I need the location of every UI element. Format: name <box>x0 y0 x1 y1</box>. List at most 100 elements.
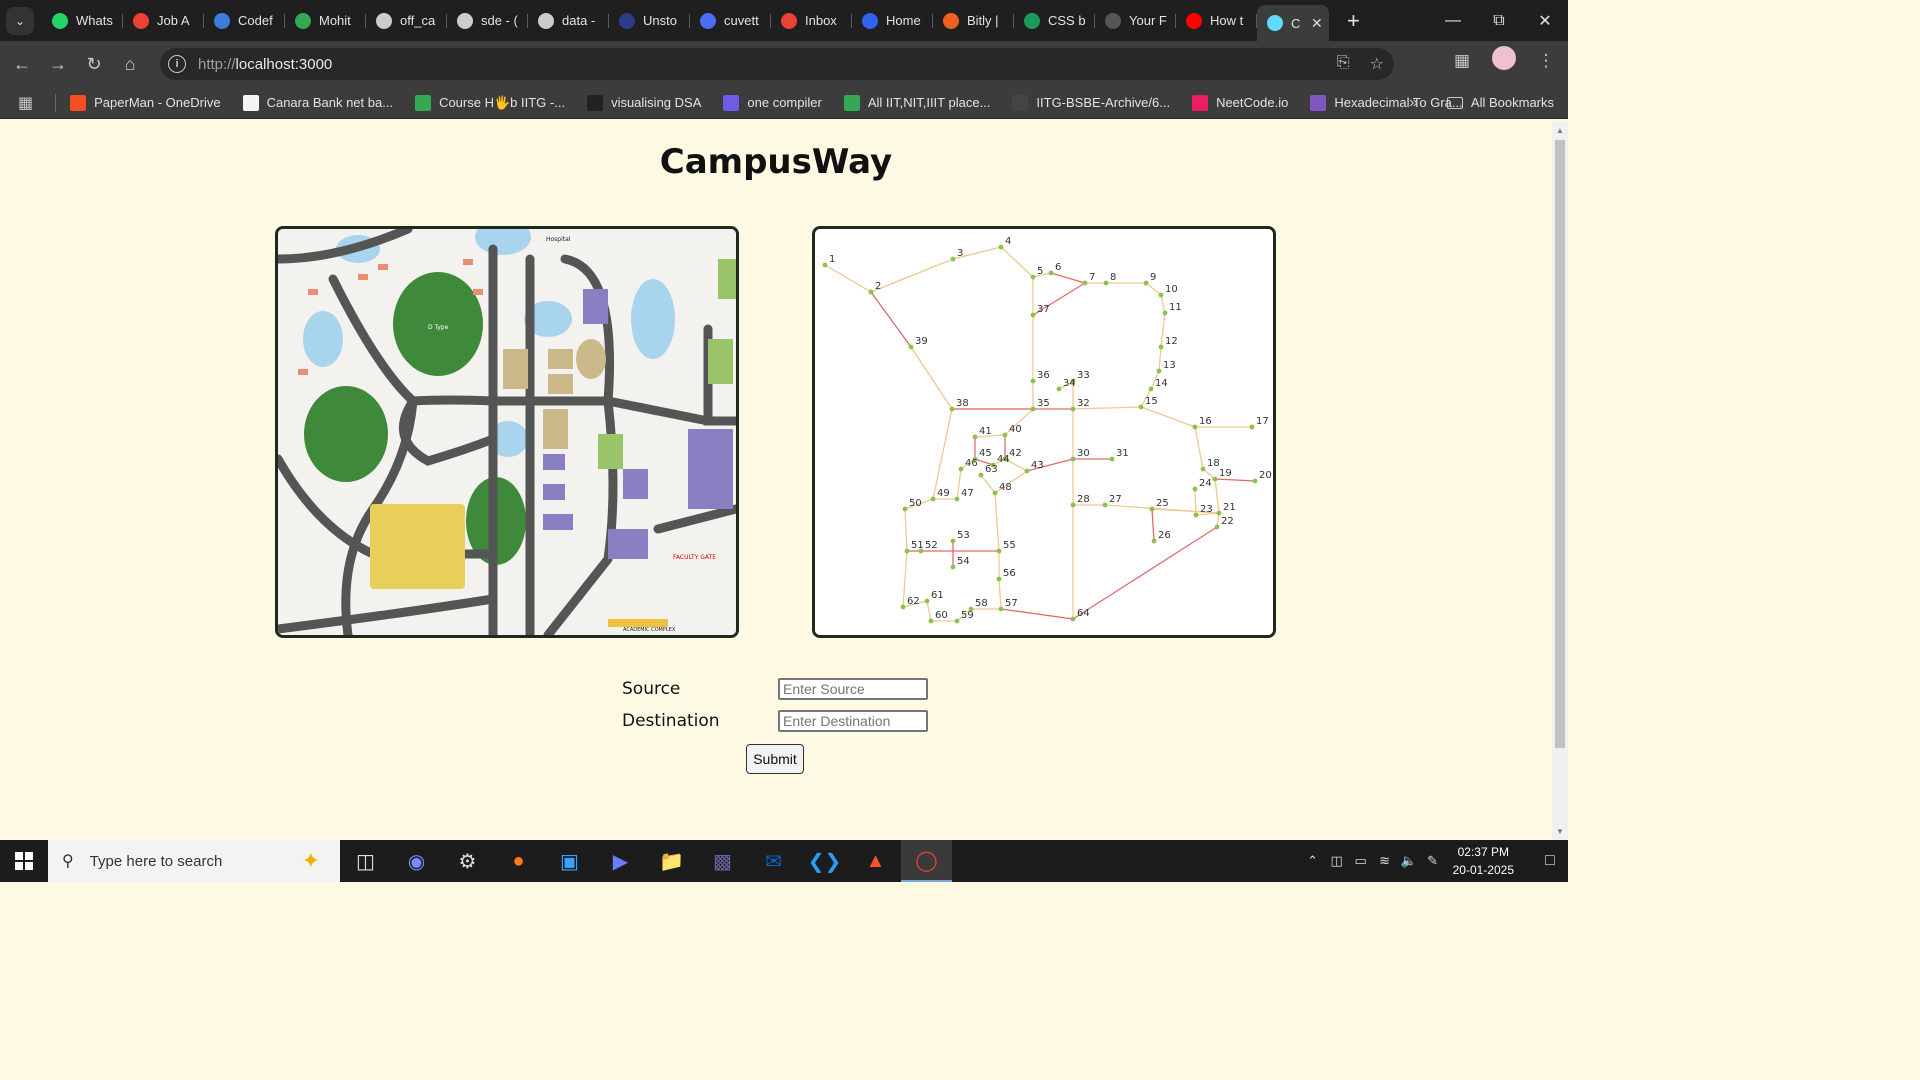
wifi-icon[interactable]: ≋ <box>1373 853 1397 869</box>
restore-icon[interactable]: ⧉ <box>1476 0 1522 41</box>
graph-node-label: 42 <box>1009 448 1022 459</box>
graph-node-label: 26 <box>1158 530 1171 541</box>
tab[interactable]: cuvett <box>690 5 771 37</box>
tab-label: Unsto <box>643 13 677 28</box>
bookmark-item[interactable]: Course H🖐b IITG -... <box>415 94 565 111</box>
tab[interactable]: CSS b <box>1014 5 1095 37</box>
tab[interactable]: off_ca <box>366 5 447 37</box>
graph-node-label: 41 <box>979 426 992 437</box>
chrome-icon[interactable]: ◯ <box>901 840 952 882</box>
bookmark-item[interactable]: NeetCode.io <box>1192 94 1288 111</box>
notifications-icon[interactable]: □ <box>1532 852 1568 870</box>
settings-gear-icon[interactable]: ⚙ <box>442 840 493 882</box>
bookmark-item[interactable]: visualising DSA <box>587 94 701 111</box>
bookmark-item[interactable]: Canara Bank net ba... <box>242 94 393 111</box>
map-label-hospital: Hospital <box>546 236 571 243</box>
tab[interactable]: Codef <box>204 5 285 37</box>
close-tab-icon[interactable]: ✕ <box>1311 15 1323 32</box>
tab-search-chevron-icon[interactable]: ⌄ <box>6 6 34 35</box>
vscode-icon[interactable]: ❮❯ <box>799 840 850 882</box>
brave-icon[interactable]: ▲ <box>850 840 901 882</box>
destination-row: Destination <box>622 710 928 732</box>
graph-node-label: 52 <box>925 540 938 551</box>
tab[interactable]: Whats <box>42 5 123 37</box>
destination-input[interactable] <box>778 710 928 732</box>
tab[interactable]: Inbox <box>771 5 852 37</box>
tab-active[interactable]: C ✕ <box>1257 5 1329 41</box>
taskbar-search[interactable]: ⚲ Type here to search ✦ <box>48 840 340 882</box>
graph-node <box>1030 406 1036 412</box>
graph-node-label: 64 <box>1077 608 1090 619</box>
minimize-icon[interactable]: — <box>1430 0 1476 41</box>
file-explorer-icon[interactable]: 📁 <box>646 840 697 882</box>
scroll-up-icon[interactable]: ▲ <box>1556 126 1564 135</box>
tab[interactable]: Job A <box>123 5 204 37</box>
close-window-icon[interactable]: ✕ <box>1522 0 1568 41</box>
graph-node <box>1192 424 1198 430</box>
forward-arrow-icon[interactable]: → <box>40 46 76 82</box>
address-bar[interactable]: i http://localhost:3000 ⎘ ☆ <box>160 48 1394 80</box>
all-bookmarks-button[interactable]: All Bookmarks <box>1446 95 1554 110</box>
extensions-puzzle-icon[interactable]: ▦ <box>1448 51 1476 71</box>
bookmarks-overflow-icon[interactable]: » <box>1409 94 1418 112</box>
graph-node-label: 12 <box>1165 336 1178 347</box>
profile-avatar[interactable] <box>1490 46 1518 75</box>
tab[interactable]: Unsto <box>609 5 690 37</box>
bookmark-item[interactable]: PaperMan - OneDrive <box>70 94 221 111</box>
scrollbar-thumb[interactable] <box>1555 140 1565 748</box>
tab[interactable]: sde - ( <box>447 5 528 37</box>
submit-button[interactable]: Submit <box>746 744 804 774</box>
graph-node-label: 53 <box>957 530 970 541</box>
graph-node-label: 35 <box>1037 398 1050 409</box>
graph-node <box>1148 386 1154 392</box>
tab[interactable]: Your F <box>1095 5 1176 37</box>
bookmark-item[interactable]: IITG-BSBE-Archive/6... <box>1012 94 1170 111</box>
windows-taskbar: ⚲ Type here to search ✦ ◫ ◉ ⚙ ● ▣ ▶ 📁 ▩ … <box>0 840 1568 882</box>
bookmark-item[interactable]: All IIT,NIT,IIIT place... <box>843 94 990 111</box>
tab-label: Mohit <box>319 13 351 28</box>
copilot-icon[interactable]: ◉ <box>391 840 442 882</box>
tab[interactable]: Bitly | <box>933 5 1014 37</box>
scroll-down-icon[interactable]: ▼ <box>1556 827 1564 836</box>
bookmark-star-icon[interactable]: ☆ <box>1370 54 1384 74</box>
graph-node-label: 7 <box>1089 272 1095 283</box>
show-hidden-icons-chevron-icon[interactable]: ⌃ <box>1301 853 1325 869</box>
page-title: CampusWay <box>659 142 893 182</box>
graph-node-label: 23 <box>1200 504 1213 515</box>
site-info-icon[interactable]: i <box>168 55 186 73</box>
battery-saver-icon[interactable]: ◫ <box>1325 853 1349 869</box>
task-view-icon[interactable]: ◫ <box>340 840 391 882</box>
tab[interactable]: Home <box>852 5 933 37</box>
bookmark-item[interactable]: Hexadecimal To Gra... <box>1310 94 1463 111</box>
tab[interactable]: data - <box>528 5 609 37</box>
media-player-icon[interactable]: ▶ <box>595 840 646 882</box>
apps-grid-icon[interactable]: ▦ <box>18 93 33 113</box>
menu-kebab-icon[interactable]: ⋮ <box>1532 51 1560 71</box>
page-scrollbar[interactable]: ▲ ▼ <box>1552 122 1568 840</box>
tab[interactable]: How t <box>1176 5 1257 37</box>
clock[interactable]: 02:37 PM 20-01-2025 <box>1453 843 1514 879</box>
pen-icon[interactable]: ✎ <box>1421 853 1445 869</box>
start-button[interactable] <box>0 840 48 882</box>
bookmark-item[interactable]: one compiler <box>723 94 822 111</box>
source-input[interactable] <box>778 678 928 700</box>
install-app-icon[interactable]: ⎘ <box>1337 54 1350 74</box>
tab[interactable]: Mohit <box>285 5 366 37</box>
firefox-icon[interactable]: ● <box>493 840 544 882</box>
map-label: D Type <box>428 324 449 331</box>
home-icon[interactable]: ⌂ <box>112 46 148 82</box>
back-arrow-icon[interactable]: ← <box>4 46 40 82</box>
microsoft-store-icon[interactable]: ▣ <box>544 840 595 882</box>
bookmark-favicon-icon <box>843 94 860 111</box>
volume-icon[interactable]: 🔈 <box>1397 853 1421 869</box>
teams-icon[interactable]: ▩ <box>697 840 748 882</box>
graph-node-label: 43 <box>1031 460 1044 471</box>
bookmarks-bar: ▦ PaperMan - OneDrive Canara Bank net ba.… <box>0 87 1568 119</box>
new-tab-plus-icon[interactable]: + <box>1347 8 1360 34</box>
outlook-icon[interactable]: ✉ <box>748 840 799 882</box>
url-text[interactable]: http://localhost:3000 <box>198 56 332 73</box>
tab-label: Your F <box>1129 13 1167 28</box>
tab-favicon-icon <box>538 12 554 29</box>
battery-icon[interactable]: ▭ <box>1349 853 1373 869</box>
reload-icon[interactable]: ↻ <box>76 46 112 82</box>
